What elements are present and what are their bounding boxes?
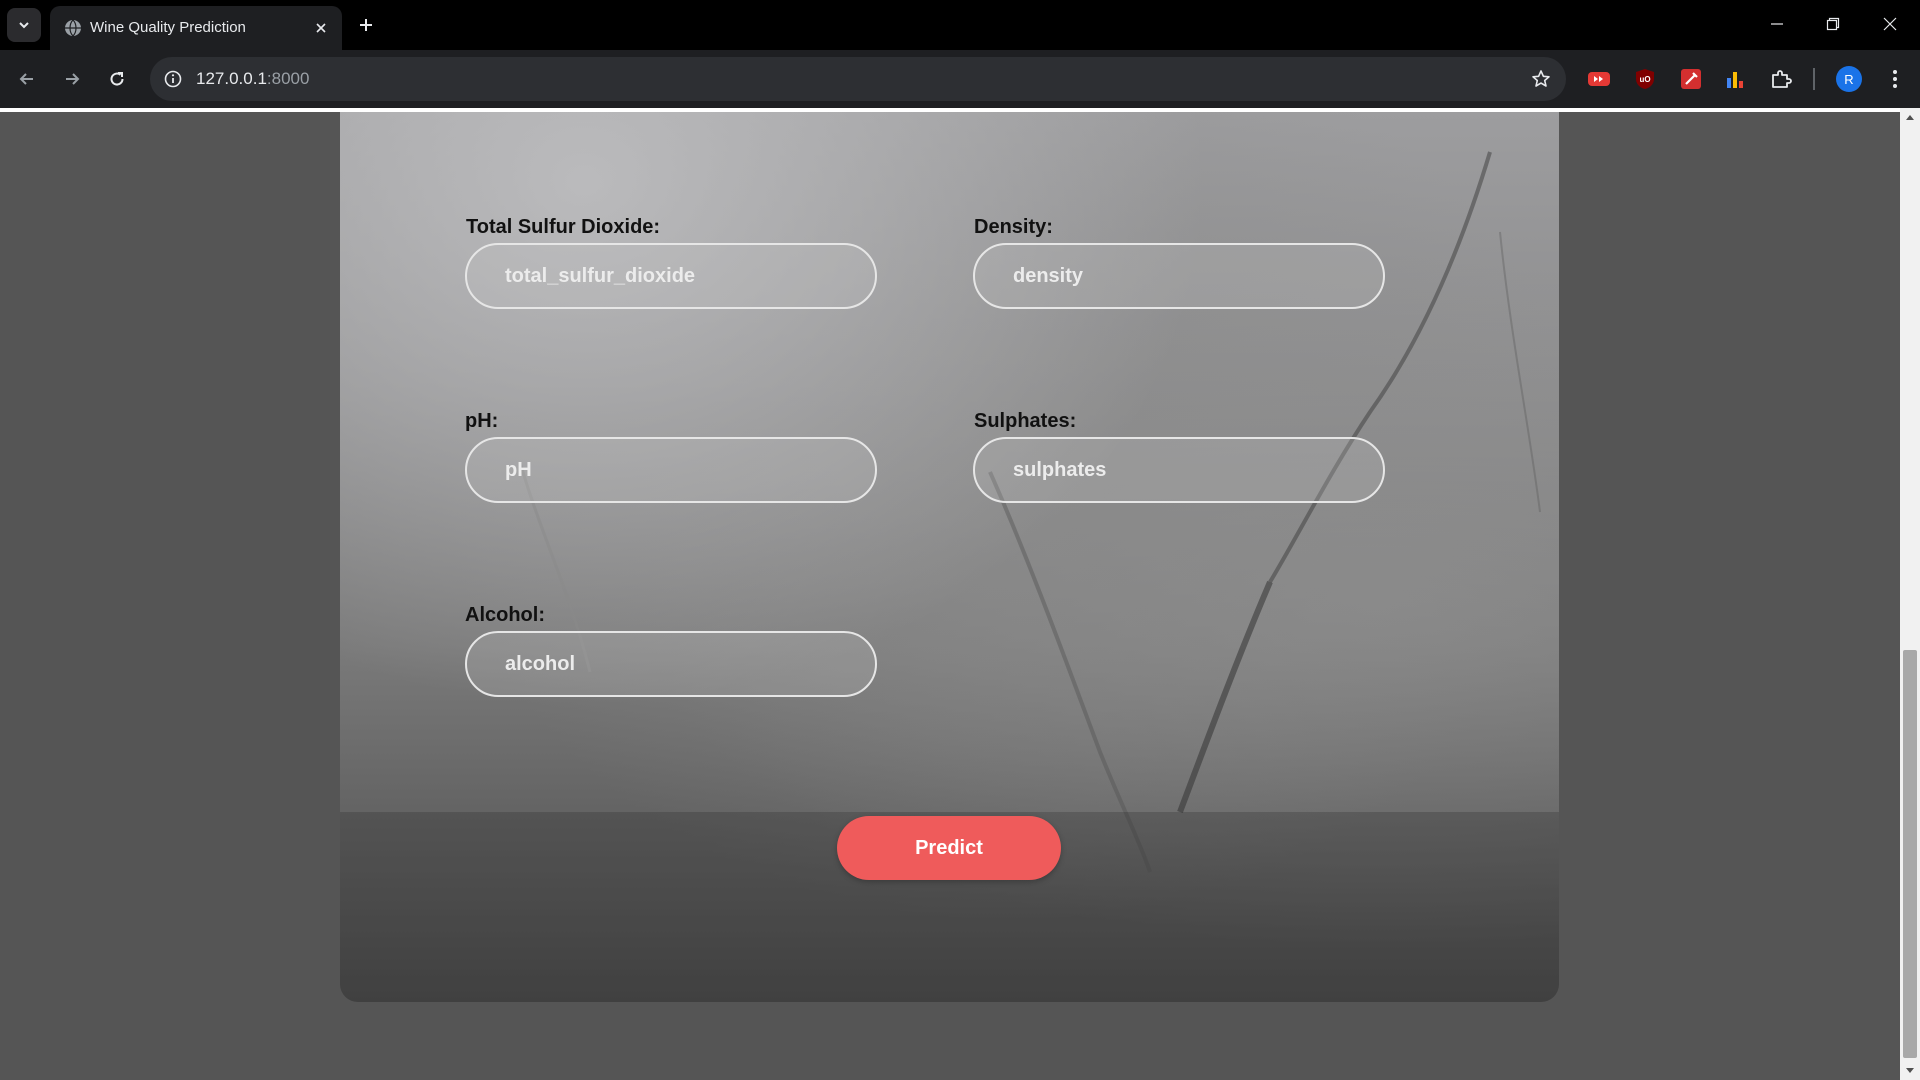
browser-menu-button[interactable] (1880, 64, 1910, 94)
total-sulfur-dioxide-label: Total Sulfur Dioxide: (466, 216, 661, 238)
bookmark-button[interactable] (1530, 68, 1552, 90)
prediction-form-card: Total Sulfur Dioxide: Density: pH: Sulph… (340, 112, 1559, 1002)
triangle-up-icon (1906, 115, 1914, 120)
sulphates-label: Sulphates: (974, 410, 1077, 432)
restore-button[interactable] (1810, 6, 1856, 42)
puzzle-icon (1772, 70, 1792, 88)
chart-extension-button[interactable] (1722, 66, 1748, 92)
reload-icon (110, 72, 124, 86)
density-label: Density: (974, 216, 1053, 238)
address-bar[interactable]: 127.0.0.1:8000 (150, 57, 1566, 101)
info-icon (164, 70, 182, 88)
alcohol-label: Alcohol: (465, 604, 545, 626)
density-input[interactable] (973, 243, 1385, 309)
toolbar-separator (1813, 68, 1815, 90)
reload-button[interactable] (100, 62, 134, 96)
youtube-extension-icon (1588, 72, 1610, 86)
chevron-down-icon (19, 22, 29, 29)
ph-label: pH: (465, 410, 499, 432)
minimize-button[interactable] (1754, 6, 1800, 42)
tab-close-button[interactable] (310, 17, 332, 39)
star-icon (1532, 70, 1550, 87)
new-tab-button[interactable] (352, 11, 380, 39)
scrollbar-thumb[interactable] (1903, 650, 1917, 1058)
predict-button[interactable]: Predict (837, 816, 1061, 880)
ublock-extension-icon: uO (1636, 69, 1654, 89)
tab-search-button[interactable] (7, 8, 41, 42)
scroll-down-button[interactable] (1900, 1062, 1920, 1080)
url-port: :8000 (266, 69, 310, 88)
pen-extension-icon (1681, 69, 1701, 89)
site-info-button[interactable] (162, 68, 184, 90)
minimize-icon (1771, 23, 1783, 25)
profile-avatar[interactable]: R (1836, 66, 1862, 92)
pen-extension-button[interactable] (1678, 66, 1704, 92)
kebab-menu-icon (1893, 70, 1897, 88)
active-tab[interactable]: Wine Quality Prediction (50, 6, 342, 50)
chart-extension-icon (1727, 72, 1743, 88)
page-viewport: Total Sulfur Dioxide: Density: pH: Sulph… (0, 108, 1920, 1080)
ublock-extension-button[interactable]: uO (1632, 66, 1658, 92)
close-icon (316, 23, 326, 33)
tab-title: Wine Quality Prediction (90, 19, 246, 36)
svg-text:uO: uO (1639, 75, 1650, 84)
forward-button[interactable] (55, 62, 89, 96)
restore-icon (1826, 17, 1840, 31)
arrow-left-icon (19, 73, 33, 85)
back-button[interactable] (10, 62, 44, 96)
url-text: 127.0.0.1:8000 (196, 70, 309, 88)
scroll-up-button[interactable] (1900, 108, 1920, 126)
page-scrollbar[interactable] (1900, 108, 1920, 1080)
triangle-down-icon (1906, 1068, 1914, 1073)
tab-strip: Wine Quality Prediction (0, 0, 1920, 50)
total-sulfur-dioxide-input[interactable] (465, 243, 877, 309)
alcohol-input[interactable] (465, 631, 877, 697)
globe-icon (65, 19, 81, 37)
ph-input[interactable] (465, 437, 877, 503)
youtube-extension-button[interactable] (1586, 66, 1612, 92)
plus-icon (360, 19, 372, 31)
url-host: 127.0.0.1 (196, 69, 267, 88)
close-window-button[interactable] (1867, 6, 1913, 42)
close-icon (1883, 17, 1897, 31)
extensions-button[interactable] (1768, 66, 1794, 92)
arrow-right-icon (66, 73, 80, 85)
sulphates-input[interactable] (973, 437, 1385, 503)
